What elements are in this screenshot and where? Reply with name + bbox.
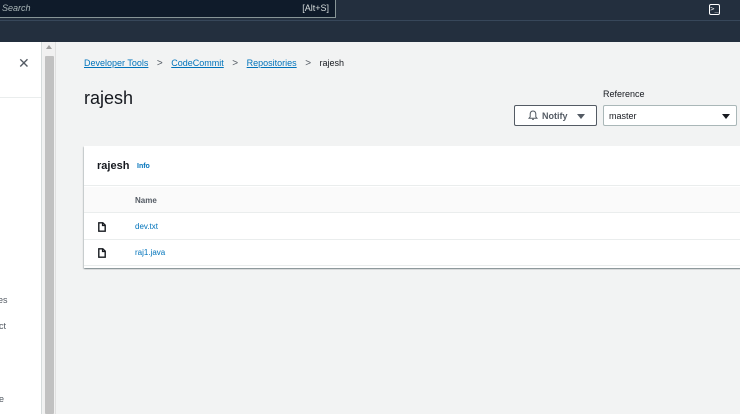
secondary-navigation-bar	[0, 20, 740, 42]
top-navigation: Search [Alt+S] >_	[0, 0, 740, 20]
drawer-scrollbar[interactable]	[43, 42, 56, 414]
reference-label: Reference	[603, 89, 645, 99]
side-navigation-drawer: ✕ es ct e	[0, 42, 42, 414]
file-link[interactable]: raj1.java	[135, 248, 165, 257]
column-header-name[interactable]: Name	[135, 196, 157, 205]
table-row[interactable]: dev.txt	[84, 214, 740, 240]
bell-icon	[528, 110, 538, 120]
reference-selected-value: master	[609, 111, 637, 121]
info-link[interactable]: Info	[137, 163, 150, 170]
cloudshell-icon[interactable]: >_	[709, 4, 720, 15]
notify-button[interactable]: Notify	[514, 105, 597, 126]
repository-files-panel: rajesh Info Name dev.txt raj1.java	[84, 146, 740, 268]
panel-header: rajesh Info	[84, 146, 740, 186]
breadcrumb-developer-tools[interactable]: Developer Tools	[84, 58, 148, 68]
breadcrumb-codecommit[interactable]: CodeCommit	[171, 58, 224, 68]
chevron-right-icon: >	[232, 58, 239, 69]
file-icon	[98, 222, 106, 232]
breadcrumb: Developer Tools > CodeCommit > Repositor…	[84, 58, 344, 69]
panel-title: rajesh	[97, 160, 130, 172]
reference-select[interactable]: master	[603, 105, 737, 126]
drawer-item-partial[interactable]: ct	[0, 321, 6, 331]
drawer-item-partial[interactable]: es	[0, 295, 8, 305]
scroll-thumb[interactable]	[45, 56, 54, 414]
close-icon[interactable]: ✕	[18, 56, 30, 72]
caret-down-icon	[722, 114, 730, 119]
search-placeholder: Search	[2, 3, 31, 13]
table-header: Name	[84, 187, 740, 213]
chevron-right-icon: >	[305, 58, 312, 69]
table-row[interactable]: raj1.java	[84, 240, 740, 266]
page-title: rajesh	[84, 88, 134, 108]
scroll-up-arrow-icon[interactable]	[46, 45, 52, 49]
drawer-item-partial[interactable]: e	[0, 394, 4, 404]
notify-label: Notify	[542, 111, 568, 121]
breadcrumb-current: rajesh	[319, 58, 345, 68]
search-shortcut-hint: [Alt+S]	[302, 3, 329, 13]
chevron-right-icon: >	[156, 58, 163, 69]
file-icon	[98, 248, 106, 258]
breadcrumb-repositories[interactable]: Repositories	[247, 58, 297, 68]
file-link[interactable]: dev.txt	[135, 222, 158, 231]
search-input[interactable]: Search [Alt+S]	[0, 0, 336, 18]
caret-down-icon	[577, 114, 585, 119]
drawer-divider	[0, 97, 41, 98]
